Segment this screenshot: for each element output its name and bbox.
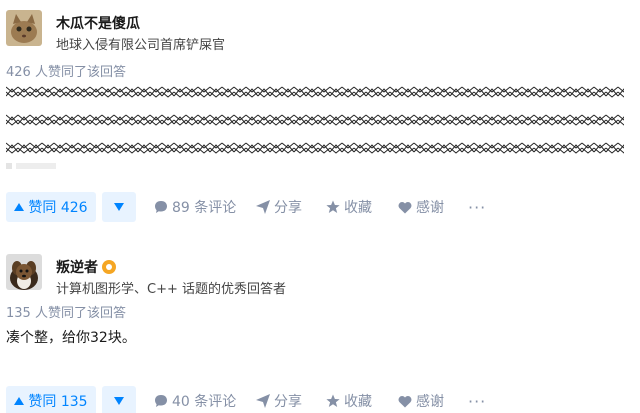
comment-button[interactable]: 40 条评论 — [154, 386, 236, 413]
answer-content: 凑个整，给你32块。 — [6, 330, 136, 346]
downvote-button[interactable] — [102, 192, 136, 222]
thanks-button[interactable]: 感谢 — [398, 192, 444, 222]
scribble-line — [6, 85, 624, 99]
favorite-label: 收藏 — [344, 394, 372, 410]
triangle-down-icon — [114, 200, 124, 214]
author-name: 叛逆者 — [56, 257, 116, 277]
vote-summary: 135 人赞同了该回答 — [6, 306, 126, 321]
share-button[interactable]: 分享 — [256, 192, 302, 222]
upvote-button[interactable]: 赞同 135 — [6, 386, 96, 413]
favorite-button[interactable]: 收藏 — [326, 192, 372, 222]
thanks-button[interactable]: 感谢 — [398, 386, 444, 413]
action-bar: 赞同 426 89 条评论 分享 收藏 感谢 ··· — [6, 192, 634, 224]
comment-label: 89 条评论 — [172, 200, 237, 216]
upvote-label: 赞同 426 — [28, 200, 88, 216]
comment-bubble-icon — [154, 394, 168, 408]
answer-card: 叛逆者 计算机图形学、C++ 话题的优秀回答者 135 人赞同了该回答 凑个整，… — [0, 244, 640, 413]
paper-plane-icon — [256, 200, 270, 214]
answer-card: 木瓜不是傻瓜 地球入侵有限公司首席铲屎官 426 人赞同了该回答 赞同 426 … — [0, 0, 640, 228]
avatar[interactable] — [6, 254, 42, 290]
heart-icon — [398, 395, 412, 408]
ellipsis-icon: ··· — [468, 197, 487, 217]
ellipsis-icon: ··· — [468, 391, 487, 411]
share-label: 分享 — [274, 200, 302, 216]
upvote-button[interactable]: 赞同 426 — [6, 192, 96, 222]
heart-icon — [398, 201, 412, 214]
vote-summary: 426 人赞同了该回答 — [6, 65, 126, 80]
favorite-label: 收藏 — [344, 200, 372, 216]
thanks-label: 感谢 — [416, 394, 444, 410]
triangle-up-icon — [14, 199, 25, 215]
author-name[interactable]: 木瓜不是傻瓜 — [56, 13, 140, 33]
avatar[interactable] — [6, 10, 42, 46]
paper-plane-icon — [256, 394, 270, 408]
comment-bubble-icon — [154, 200, 168, 214]
share-label: 分享 — [274, 394, 302, 410]
author-name-text[interactable]: 叛逆者 — [56, 260, 98, 276]
comment-button[interactable]: 89 条评论 — [154, 192, 236, 222]
faint-mark — [6, 163, 56, 169]
more-button[interactable]: ··· — [468, 386, 486, 413]
star-icon — [326, 200, 340, 214]
favorite-button[interactable]: 收藏 — [326, 386, 372, 413]
author-bio: 计算机图形学、C++ 话题的优秀回答者 — [56, 282, 286, 297]
action-bar: 赞同 135 40 条评论 分享 收藏 感谢 ··· — [6, 386, 634, 413]
scribbled-content — [6, 85, 624, 169]
author-bio: 地球入侵有限公司首席铲屎官 — [56, 38, 226, 53]
comment-label: 40 条评论 — [172, 394, 237, 410]
scribble-line — [6, 141, 624, 155]
star-icon — [326, 394, 340, 408]
thanks-label: 感谢 — [416, 200, 444, 216]
downvote-button[interactable] — [102, 386, 136, 413]
excellent-answerer-badge-icon[interactable] — [102, 260, 116, 274]
share-button[interactable]: 分享 — [256, 386, 302, 413]
upvote-label: 赞同 135 — [28, 394, 88, 410]
more-button[interactable]: ··· — [468, 192, 486, 222]
scribble-line — [6, 113, 624, 127]
triangle-down-icon — [114, 394, 124, 408]
triangle-up-icon — [14, 393, 25, 409]
